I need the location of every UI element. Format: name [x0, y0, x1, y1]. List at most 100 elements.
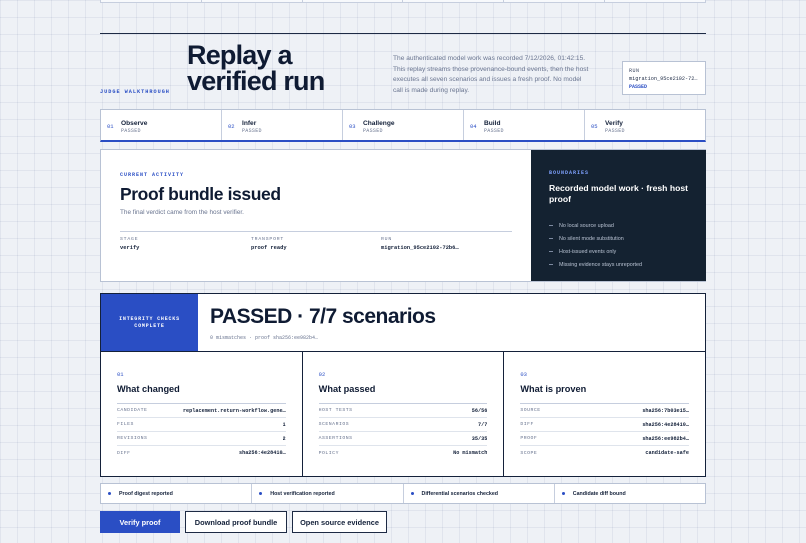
activity-subtitle: The final verdict came from the host ver… — [120, 209, 244, 216]
column-what-changed: 01 What changed CANDIDATE replacement.ret… — [101, 352, 303, 476]
kv-key: POLICY — [318, 450, 339, 456]
top-section-edge — [100, 0, 706, 3]
kv-value: No mismatch — [453, 450, 488, 456]
kv-value: sha256:7b03e15… — [642, 407, 690, 414]
boundary-text: Missing evidence stays unreported — [559, 261, 642, 268]
kv-key: CANDIDATE — [117, 408, 148, 413]
kv-row: DIFF sha256:4e28410… — [520, 418, 690, 432]
integrity-badge-line1: INTEGRITY CHECKS — [119, 316, 180, 322]
run-summary-card: RUN migration_95ce2102-72b6… PASSED — [622, 61, 706, 95]
dash-icon — [549, 238, 553, 239]
step-verify[interactable]: 05 Verify PASSED — [585, 110, 705, 140]
bullet-icon — [410, 492, 414, 495]
bullet-icon — [259, 492, 263, 495]
boundaries-panel: BOUNDARIES Recorded model work · fresh h… — [531, 150, 706, 281]
column-what-is-proven: 03 What is proven SOURCE sha256:7b03e15… … — [504, 352, 705, 476]
kv-key: PROOF — [520, 436, 538, 441]
dash-icon — [549, 251, 553, 252]
meta-label: RUN — [381, 237, 393, 242]
meta-run: RUN migration_95ce2102-72b6… — [381, 237, 459, 251]
kv-row: POLICY No mismatch — [319, 446, 488, 460]
step-build[interactable]: 04 Build PASSED — [464, 110, 585, 140]
step-challenge[interactable]: 03 Challenge PASSED — [343, 110, 464, 140]
kv-row: ASSERTIONS 35/35 — [318, 432, 488, 446]
step-status: PASSED — [605, 128, 625, 134]
kv-key: REVISIONS — [117, 436, 148, 441]
boundaries-list: No local source upload No silent mode su… — [549, 219, 688, 271]
run-label: RUN — [629, 68, 640, 74]
check-differential-scenarios: Differential scenarios checked — [404, 484, 555, 503]
step-number: 03 — [349, 123, 356, 130]
boundary-item: No silent mode substitution — [549, 232, 688, 245]
kv-value: 7/7 — [478, 421, 488, 428]
boundaries-eyebrow: BOUNDARIES — [549, 170, 590, 176]
hero-eyebrow: JUDGE WALKTHROUGH — [100, 89, 170, 95]
key-value-list: HOST TESTS 56/56 SCENARIOS 7/7 ASSERTIONS 3… — [318, 403, 488, 460]
column-number: 01 — [117, 371, 124, 378]
step-status: PASSED — [484, 128, 504, 134]
check-host-verification: Host verification reported — [252, 484, 404, 503]
evidence-checks: Proof digest reported Host verification … — [100, 483, 706, 504]
kv-key: HOST TESTS — [318, 408, 353, 413]
step-status: PASSED — [242, 128, 262, 134]
kv-row: CANDIDATE replacement.return-workflow.gen… — [117, 404, 286, 418]
kv-key: DIFF — [117, 450, 131, 456]
integrity-panel: INTEGRITY CHECKS COMPLETE PASSED · 7/7 s… — [100, 293, 706, 477]
kv-row: REVISIONS 2 — [117, 432, 286, 446]
kv-value: candidate-safe — [645, 450, 690, 456]
column-title: What is proven — [520, 384, 587, 394]
kv-value: replacement.return-workflow.gene… — [182, 407, 286, 414]
open-source-evidence-button[interactable]: Open source evidence — [292, 511, 387, 533]
kv-row: SOURCE sha256:7b03e15… — [520, 404, 690, 418]
kv-row: SCOPE candidate-safe — [520, 446, 689, 460]
step-observe[interactable]: 01 Observe PASSED — [101, 110, 222, 140]
page-title: Replay a verified run — [187, 40, 325, 96]
integrity-badge-line2: COMPLETE — [134, 323, 165, 329]
check-label: Candidate diff bound — [572, 490, 626, 497]
download-proof-bundle-button[interactable]: Download proof bundle — [185, 511, 287, 533]
bullet-icon — [108, 492, 111, 495]
step-title: Verify — [605, 120, 623, 127]
kv-key: ASSERTIONS — [318, 436, 353, 441]
check-candidate-diff: Candidate diff bound — [555, 484, 705, 503]
step-infer[interactable]: 02 Infer PASSED — [222, 110, 343, 140]
meta-label: TRANSPORT — [251, 237, 285, 242]
integrity-subtitle: 0 mismatches · proof sha256:ee982b4… — [210, 335, 319, 341]
key-value-list: CANDIDATE replacement.return-workflow.gen… — [117, 403, 286, 460]
boundary-text: No local source upload — [559, 222, 614, 229]
run-status: PASSED — [629, 84, 648, 90]
boundary-item: Missing evidence stays unreported — [549, 258, 688, 271]
hero-description: The authenticated model work was recorde… — [393, 55, 589, 94]
kv-value: 1 — [282, 421, 286, 428]
kv-key: FILES — [117, 422, 134, 427]
integrity-title: PASSED · 7/7 scenarios — [210, 305, 436, 328]
kv-row: PROOF sha256:ee982b4… — [520, 432, 690, 446]
column-title: What changed — [117, 384, 180, 394]
boundary-text: Host-issued events only — [559, 248, 617, 255]
step-status: PASSED — [121, 128, 141, 134]
column-what-passed: 02 What passed HOST TESTS 56/56 SCENARIOS… — [303, 352, 505, 476]
check-label: Proof digest reported — [119, 490, 173, 497]
boundary-item: Host-issued events only — [549, 245, 688, 258]
boundaries-title: Recorded model work · fresh host proof — [549, 183, 688, 204]
step-number: 02 — [228, 123, 235, 130]
meta-value: proof ready — [251, 245, 287, 251]
step-title: Challenge — [363, 120, 395, 127]
column-number: 02 — [318, 371, 326, 378]
dash-icon — [549, 225, 553, 226]
check-label: Host verification reported — [270, 490, 335, 497]
kv-row: FILES 1 — [117, 418, 286, 432]
step-title: Observe — [121, 120, 148, 127]
pipeline-steps: 01 Observe PASSED 02 Infer PASSED 03 Cha… — [100, 109, 706, 142]
step-number: 04 — [470, 123, 477, 130]
run-id: migration_95ce2102-72b6… — [629, 76, 699, 82]
verify-proof-button[interactable]: Verify proof — [100, 511, 180, 533]
kv-value: sha256:ee982b4… — [642, 435, 690, 442]
header-rule — [100, 33, 706, 34]
step-title: Build — [484, 120, 501, 127]
dash-icon — [549, 264, 553, 265]
activity-title: Proof bundle issued — [120, 184, 281, 204]
step-status: PASSED — [363, 128, 383, 134]
kv-key: SOURCE — [520, 408, 541, 413]
boundary-item: No local source upload — [549, 219, 688, 232]
